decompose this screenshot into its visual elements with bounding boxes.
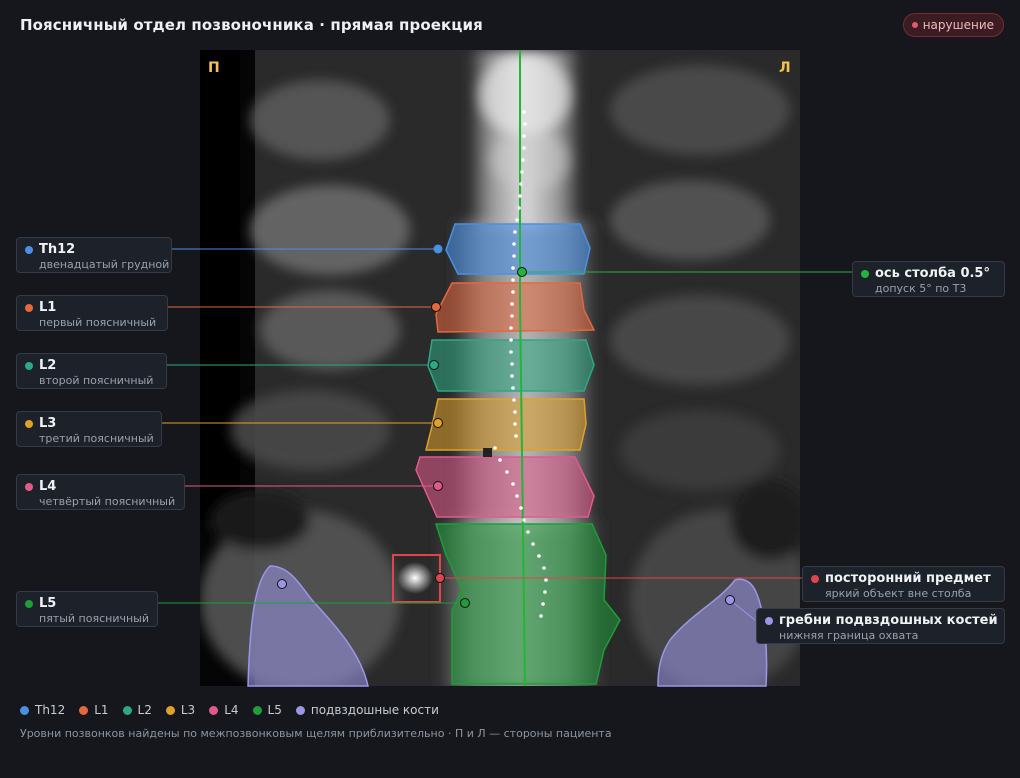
callout-axis-name: ось столба 0.5° [875, 266, 990, 281]
callout-l3-desc: третий поясничный [39, 432, 154, 445]
callout-l3-name: L3 [39, 416, 57, 431]
side-label-left-patient: Л [779, 60, 791, 76]
foreign-dot-icon [811, 575, 819, 583]
legend-label: L2 [137, 703, 152, 717]
callout-foreign-name: посторонний предмет [825, 571, 991, 586]
legend: Th12 L1 L2 L3 L4 L5 подвздошные кости [20, 703, 439, 717]
callout-foreign-desc: яркий объект вне столба [825, 587, 972, 600]
iliac-dot-icon [765, 617, 773, 625]
disc-marker [483, 448, 492, 457]
legend-item-th12: Th12 [20, 703, 65, 717]
l1-dot-icon [25, 304, 33, 312]
callout-l5-desc: пятый поясничный [39, 612, 149, 625]
callout-l4-desc: четвёртый поясничный [39, 495, 176, 508]
legend-dot-icon [165, 705, 175, 715]
legend-dot-icon [79, 705, 89, 715]
callout-l4[interactable]: L4 четвёртый поясничный [16, 474, 185, 510]
callout-iliac-crests[interactable]: гребни подвздошных костей нижняя граница… [756, 608, 1005, 644]
l3-dot-icon [25, 420, 33, 428]
legend-label: L4 [224, 703, 239, 717]
legend-item-l4: L4 [209, 703, 239, 717]
foreign-object-blob [397, 562, 433, 594]
legend-dot-icon [20, 705, 29, 715]
callout-column-axis[interactable]: ось столба 0.5° допуск 5° по Т3 [852, 261, 1005, 297]
callout-l3[interactable]: L3 третий поясничный [16, 411, 162, 447]
axis-dot-icon [861, 270, 869, 278]
footnote: Уровни позвонков найдены по межпозвонков… [20, 727, 612, 740]
vertebra-l3-mask [425, 398, 587, 451]
callout-l2[interactable]: L2 второй поясничный [16, 353, 167, 389]
legend-label: L5 [267, 703, 282, 717]
callout-th12[interactable]: Th12 двенадцатый грудной [16, 237, 172, 273]
legend-dot-icon [122, 705, 132, 715]
legend-dot-icon [295, 705, 305, 715]
legend-item-l5: L5 [252, 703, 282, 717]
vertebra-l1-mask [435, 282, 596, 333]
callout-l1[interactable]: L1 первый поясничный [16, 295, 168, 331]
callout-foreign-object[interactable]: посторонний предмет яркий объект вне сто… [802, 566, 1005, 602]
legend-label: Th12 [35, 703, 66, 717]
legend-label: подвздошные кости [310, 703, 439, 717]
callout-th12-desc: двенадцатый грудной [39, 258, 170, 271]
side-label-right-patient: П [208, 60, 220, 76]
callout-l4-name: L4 [39, 479, 57, 494]
legend-item-l2: L2 [122, 703, 152, 717]
legend-dot-icon [252, 705, 262, 715]
callout-l5-name: L5 [39, 596, 57, 611]
callout-l2-name: L2 [39, 358, 57, 373]
legend-label: L1 [94, 703, 109, 717]
vertebra-l2-mask [427, 339, 595, 392]
legend-dot-icon [209, 705, 219, 715]
callout-iliac-desc: нижняя граница охвата [779, 629, 919, 642]
legend-item-iliac: подвздошные кости [295, 703, 439, 717]
callout-axis-desc: допуск 5° по Т3 [875, 282, 967, 295]
callout-l1-name: L1 [39, 300, 57, 315]
callout-th12-name: Th12 [39, 242, 76, 257]
callout-l2-desc: второй поясничный [39, 374, 154, 387]
callout-l5[interactable]: L5 пятый поясничный [16, 591, 158, 627]
spine-scan: П Л [158, 50, 852, 687]
callout-iliac-name: гребни подвздошных костей [779, 613, 998, 628]
legend-item-l1: L1 [79, 703, 109, 717]
l2-dot-icon [25, 362, 33, 370]
th12-dot-icon [25, 246, 33, 254]
l5-dot-icon [25, 600, 33, 608]
l4-dot-icon [25, 483, 33, 491]
legend-item-l3: L3 [165, 703, 196, 717]
legend-label: L3 [180, 703, 196, 717]
callout-l1-desc: первый поясничный [39, 316, 157, 329]
vertebra-th12-mask [445, 223, 591, 275]
